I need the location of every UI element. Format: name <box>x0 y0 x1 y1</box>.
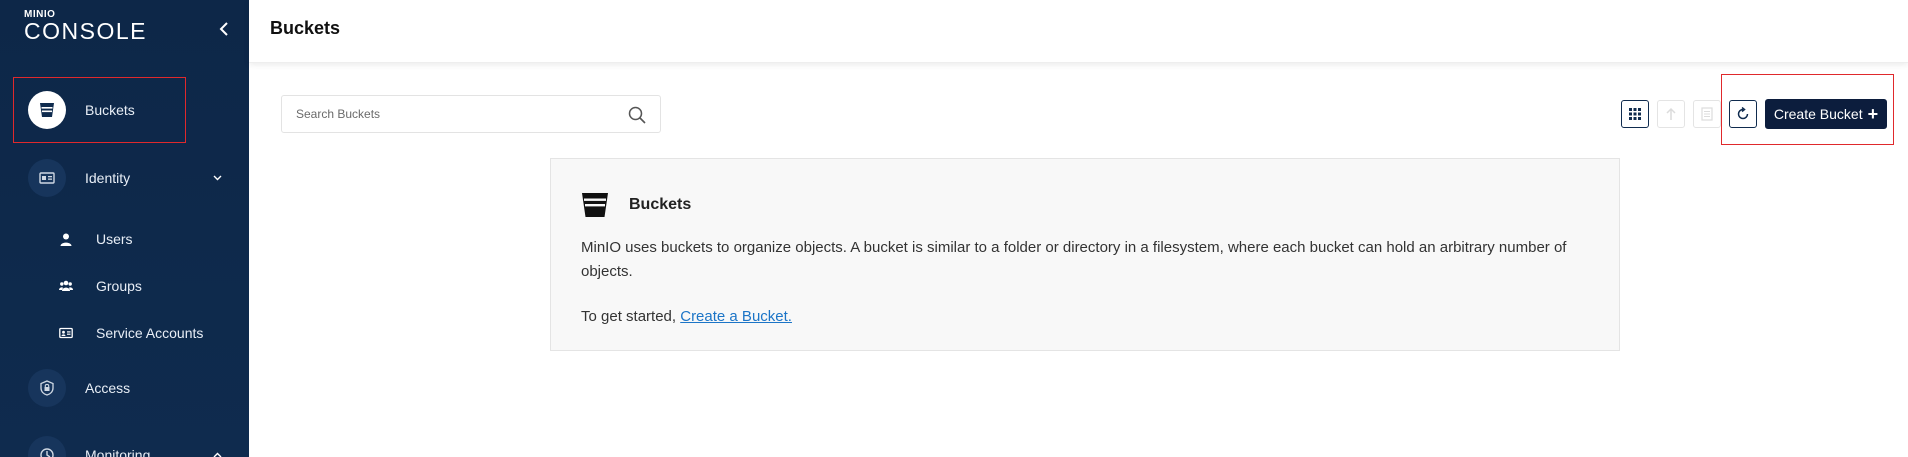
list-view-button[interactable] <box>1693 100 1721 128</box>
main-content: Buckets Create Bucket <box>249 0 1908 457</box>
id-card-icon <box>28 159 66 197</box>
lock-icon <box>28 369 66 407</box>
app: MINIO CONSOLE Buckets Identity Users Gro… <box>0 0 1908 457</box>
sidebar-item-users[interactable]: Users <box>0 224 249 254</box>
list-icon <box>1701 107 1713 121</box>
sidebar-item-label: Service Accounts <box>96 325 204 341</box>
card-cta: To get started, Create a Bucket. <box>581 308 792 325</box>
sidebar-item-label: Identity <box>85 170 131 186</box>
page-title: Buckets <box>270 18 341 38</box>
search-icon[interactable] <box>628 106 646 124</box>
sidebar-item-label: Monitoring <box>85 447 151 457</box>
sidebar-item-groups[interactable]: Groups <box>0 271 249 301</box>
highlight-create-bucket <box>1721 74 1894 145</box>
bucket-icon <box>582 193 608 217</box>
top-bar: Buckets <box>249 0 1908 63</box>
chevron-left-icon <box>219 22 228 36</box>
service-account-icon <box>59 326 73 340</box>
sidebar-item-label: Access <box>85 380 131 396</box>
sidebar-item-monitoring[interactable]: Monitoring <box>0 435 249 457</box>
groups-icon <box>59 279 73 293</box>
buckets-info-card: Buckets MinIO uses buckets to organize o… <box>550 158 1620 351</box>
sidebar-item-label: Groups <box>96 278 142 294</box>
sidebar: MINIO CONSOLE Buckets Identity Users Gro… <box>0 0 249 457</box>
collapse-sidebar-button[interactable] <box>214 18 234 40</box>
upload-icon <box>1666 107 1676 120</box>
chevron-up-icon <box>211 449 223 457</box>
sidebar-item-service-accounts[interactable]: Service Accounts <box>0 318 249 348</box>
card-title: Buckets <box>629 196 692 213</box>
grid-view-icon <box>1629 108 1641 120</box>
upload-button[interactable] <box>1657 100 1685 128</box>
cta-prefix: To get started, <box>581 308 681 325</box>
card-description: MinIO uses buckets to organize objects. … <box>581 239 1567 280</box>
sidebar-item-access[interactable]: Access <box>0 368 249 408</box>
sidebar-item-identity[interactable]: Identity <box>0 158 249 198</box>
chevron-down-icon <box>211 172 223 184</box>
logo-bottom-text: CONSOLE <box>24 18 147 44</box>
search-input[interactable] <box>296 96 616 132</box>
grid-view-button[interactable] <box>1621 100 1649 128</box>
monitoring-icon <box>28 436 66 457</box>
highlight-buckets <box>13 77 186 143</box>
user-icon <box>59 232 73 246</box>
search-box <box>281 95 661 133</box>
create-bucket-link[interactable]: Create a Bucket. <box>680 308 792 325</box>
sidebar-item-label: Users <box>96 231 133 247</box>
minio-console-logo[interactable]: MINIO CONSOLE <box>24 10 147 44</box>
